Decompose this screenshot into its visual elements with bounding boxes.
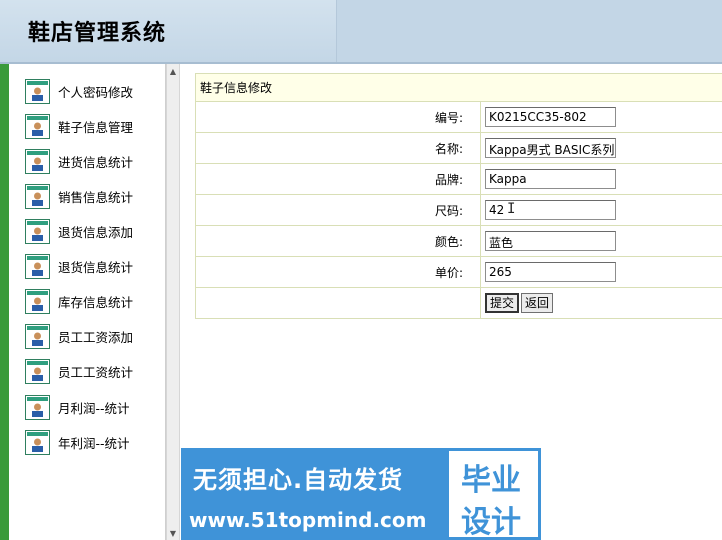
sidebar-menu: 个人密码修改 鞋子信息管理 进货信息统计 销售信息统计 退货信息添加 退货信息统… — [9, 64, 166, 540]
scroll-up-arrow-icon[interactable]: ▲ — [167, 64, 179, 78]
form-row-color: 颜色: 蓝色 — [195, 225, 722, 257]
watermark-badge-top: 毕业 — [461, 463, 521, 498]
sidebar-item-label: 退货信息添加 — [58, 224, 134, 240]
sidebar-item-label: 员工工资添加 — [58, 329, 134, 345]
frame-scrollbar[interactable]: ▲ ▼ — [166, 64, 180, 540]
form-row-brand: 品牌: Kappa — [195, 163, 722, 195]
sidebar-item-label: 库存信息统计 — [58, 294, 134, 310]
sidebar-item-return-add[interactable]: 退货信息添加 — [25, 217, 133, 245]
text-cursor-icon: I — [507, 201, 516, 217]
user-card-icon — [25, 113, 50, 139]
watermark-url: www.51topmind.com — [189, 508, 427, 532]
form-row-code: 编号: K0215CC35-802 — [195, 101, 722, 133]
scroll-down-arrow-icon[interactable]: ▼ — [167, 526, 179, 540]
color-label: 颜色: — [195, 225, 481, 257]
sidebar-item-return-stats[interactable]: 退货信息统计 — [25, 252, 133, 280]
header-title-panel: 鞋店管理系统 — [0, 0, 337, 64]
sidebar-item-sales-stats[interactable]: 销售信息统计 — [25, 182, 133, 210]
price-label: 单价: — [195, 256, 481, 288]
user-card-icon — [25, 183, 50, 209]
app-header: 鞋店管理系统 — [0, 0, 722, 64]
sidebar-item-salary-stats[interactable]: 员工工资统计 — [25, 357, 133, 385]
sidebar-item-password[interactable]: 个人密码修改 — [25, 77, 133, 105]
sidebar-item-label: 年利润--统计 — [58, 435, 130, 451]
form-row-actions: 提交 返回 — [195, 287, 722, 319]
brand-input[interactable]: Kappa — [485, 169, 616, 189]
user-card-icon — [25, 323, 50, 349]
sidebar-item-label: 鞋子信息管理 — [58, 119, 134, 135]
watermark-badge: 毕业 设计 — [446, 448, 541, 540]
code-input[interactable]: K0215CC35-802 — [485, 107, 616, 127]
sidebar-item-label: 个人密码修改 — [58, 84, 134, 100]
user-card-icon — [25, 78, 50, 104]
watermark-banner: 无须担心.自动发货 www.51topmind.com 毕业 设计 — [181, 448, 541, 540]
sidebar-item-label: 员工工资统计 — [58, 364, 134, 380]
sidebar-item-purchase-stats[interactable]: 进货信息统计 — [25, 147, 133, 175]
form-row-price: 单价: 265 — [195, 256, 722, 288]
form-caption: 鞋子信息修改 — [195, 73, 722, 102]
form-row-size: 尺码: 42 — [195, 194, 722, 226]
sidebar-item-label: 进货信息统计 — [58, 154, 134, 170]
actions-spacer — [195, 287, 481, 319]
price-input[interactable]: 265 — [485, 262, 616, 282]
name-input[interactable]: Kappa男式 BASIC系列 — [485, 138, 616, 158]
sidebar-item-label: 销售信息统计 — [58, 189, 134, 205]
app-title: 鞋店管理系统 — [28, 21, 167, 46]
watermark-slogan: 无须担心.自动发货 — [193, 466, 404, 494]
brand-label: 品牌: — [195, 163, 481, 195]
watermark-badge-bottom: 设计 — [461, 505, 521, 540]
size-label: 尺码: — [195, 194, 481, 226]
sidebar-item-salary-add[interactable]: 员工工资添加 — [25, 322, 133, 350]
sidebar-item-label: 退货信息统计 — [58, 259, 134, 275]
user-card-icon — [25, 429, 50, 455]
size-input[interactable]: 42 — [485, 200, 616, 220]
sidebar-item-monthly-profit[interactable]: 月利润--统计 — [25, 393, 130, 421]
left-accent-bar — [0, 64, 9, 540]
submit-button[interactable]: 提交 — [485, 293, 520, 313]
shoe-edit-form: 鞋子信息修改 编号: K0215CC35-802 名称: Kappa男式 BAS… — [195, 73, 722, 319]
user-card-icon — [25, 253, 50, 279]
user-card-icon — [25, 394, 50, 420]
color-input[interactable]: 蓝色 — [485, 231, 616, 251]
user-card-icon — [25, 358, 50, 384]
sidebar-item-yearly-profit[interactable]: 年利润--统计 — [25, 428, 130, 456]
sidebar-item-label: 月利润--统计 — [58, 400, 130, 416]
form-row-name: 名称: Kappa男式 BASIC系列 — [195, 132, 722, 164]
sidebar-item-inventory-stats[interactable]: 库存信息统计 — [25, 287, 133, 315]
user-card-icon — [25, 148, 50, 174]
sidebar-item-shoe-info[interactable]: 鞋子信息管理 — [25, 112, 133, 140]
code-label: 编号: — [195, 101, 481, 133]
back-button[interactable]: 返回 — [521, 293, 554, 313]
user-card-icon — [25, 288, 50, 314]
name-label: 名称: — [195, 132, 481, 164]
user-card-icon — [25, 218, 50, 244]
